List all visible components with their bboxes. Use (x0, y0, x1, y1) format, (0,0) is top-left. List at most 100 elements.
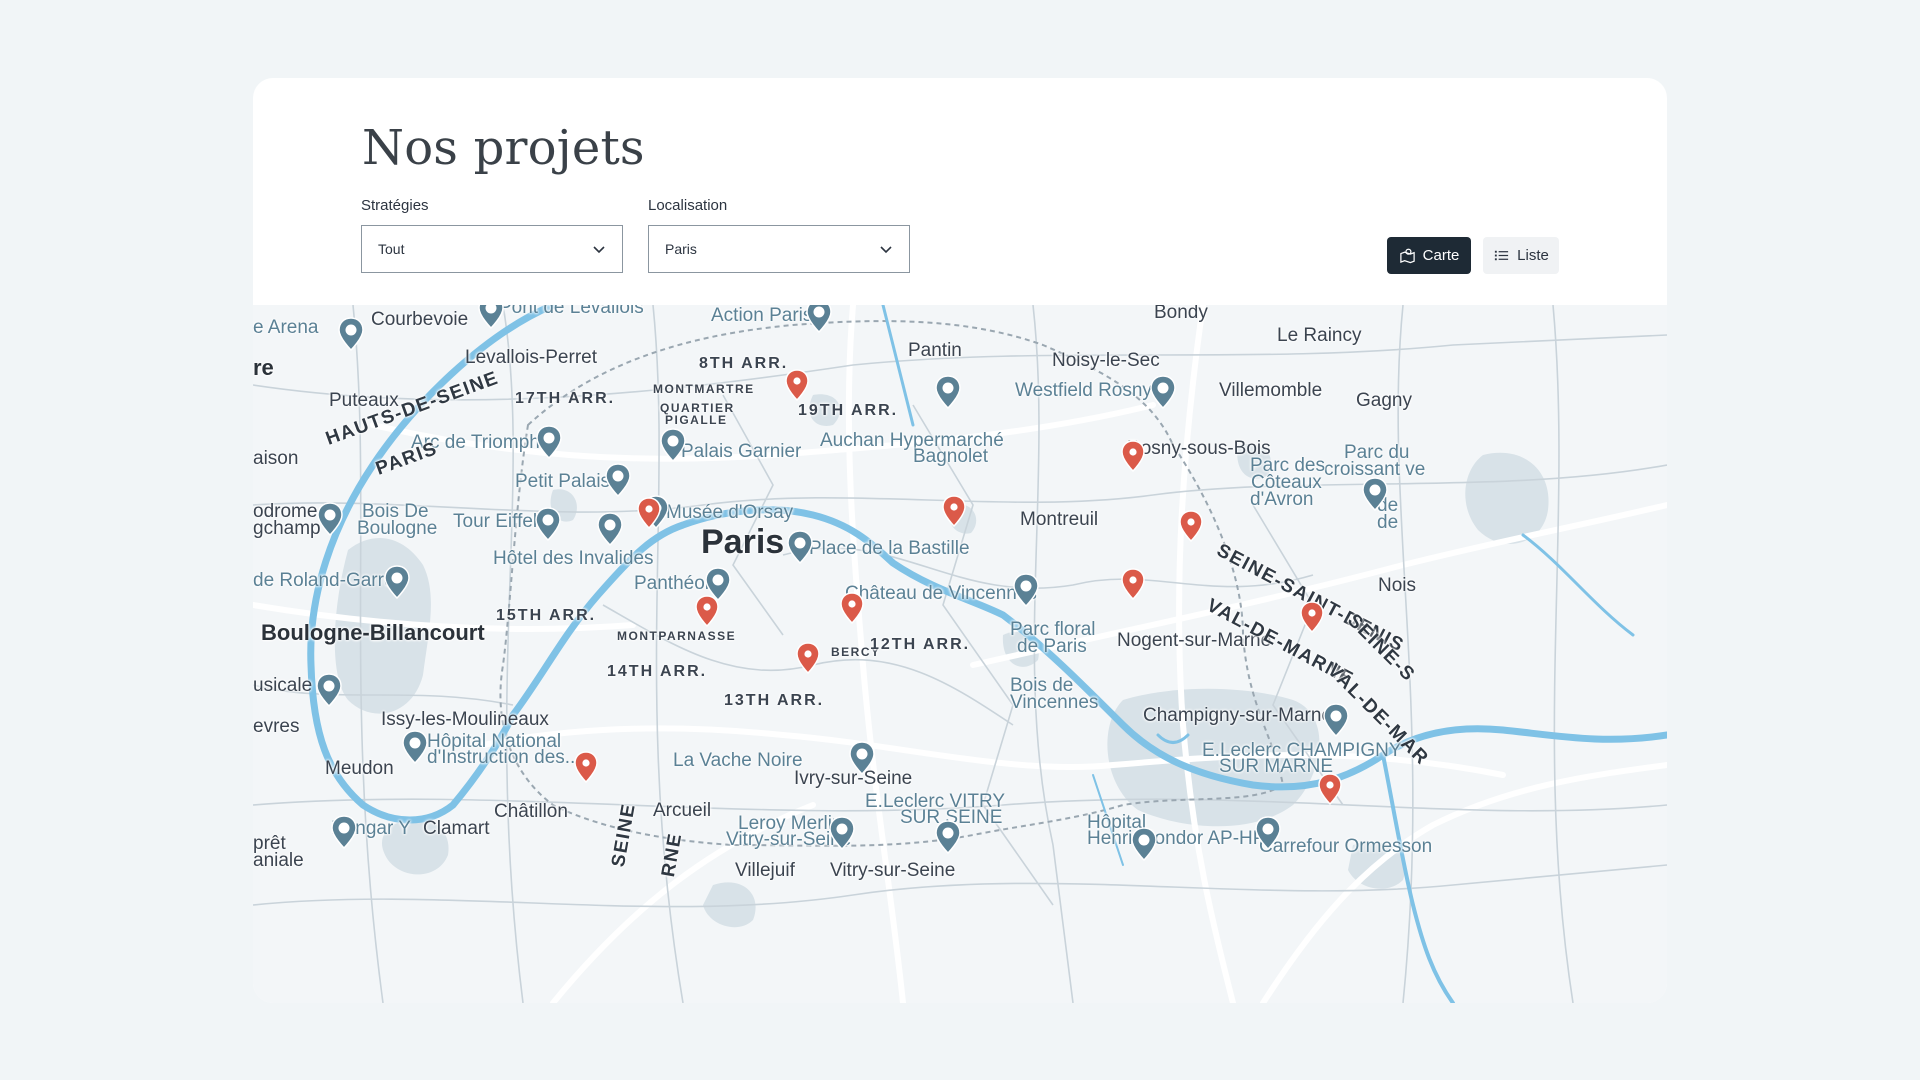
map-poi-marker-icon[interactable] (317, 502, 343, 536)
project-pin-icon[interactable] (796, 642, 820, 674)
map-poi-marker-icon[interactable] (660, 428, 686, 462)
project-pin-icon[interactable] (637, 497, 661, 529)
map-poi-marker-icon[interactable] (331, 815, 357, 849)
map-label: Boulogne-Billancourt (261, 620, 485, 645)
map-label: Palais Garnier (681, 441, 802, 462)
map-poi-marker-icon[interactable] (384, 565, 410, 599)
map-label: Châtillon (494, 801, 568, 822)
projects-map[interactable]: e Arena Courbevoie Pont de Levallois Action… (253, 305, 1667, 1003)
map-poi-marker-icon[interactable] (316, 673, 342, 707)
map-label: Panthéon (634, 573, 716, 594)
map-label: evres (253, 716, 300, 737)
map-label: Vincennes (1010, 692, 1099, 713)
map-label: 13TH ARR. (724, 692, 825, 709)
map-poi-marker-icon[interactable] (829, 816, 855, 850)
map-label: 12TH ARR. (870, 636, 971, 653)
project-pin-icon[interactable] (574, 751, 598, 783)
map-base (253, 305, 1667, 1003)
strategies-select[interactable]: Tout (361, 225, 623, 273)
localisation-label: Localisation (648, 197, 728, 214)
project-pin-icon[interactable] (1121, 440, 1145, 472)
project-pin-icon[interactable] (840, 592, 864, 624)
map-poi-marker-icon[interactable] (605, 463, 631, 497)
map-poi-marker-icon[interactable] (1255, 816, 1281, 850)
map-poi-marker-icon[interactable] (935, 375, 961, 409)
chevron-down-icon (880, 246, 892, 254)
map-poi-marker-icon[interactable] (1131, 827, 1157, 861)
map-label: Pont de Levallois (499, 305, 644, 318)
map-label: Gagny (1356, 390, 1412, 411)
map-label: Noisy-le-Sec (1052, 350, 1160, 371)
chevron-down-icon (593, 246, 605, 254)
project-pin-icon[interactable] (942, 495, 966, 527)
localisation-select[interactable]: Paris (648, 225, 910, 273)
map-label: Château de Vincennes (845, 583, 1037, 604)
map-label: 15TH ARR. (496, 607, 597, 624)
map-label: Boulogne (357, 518, 438, 539)
map-label: 17TH ARR. (515, 390, 616, 407)
map-label: 19TH ARR. (798, 402, 899, 419)
map-label: re (253, 355, 274, 380)
map-label: aniale (253, 850, 304, 871)
strategies-label: Stratégies (361, 197, 429, 214)
map-poi-marker-icon[interactable] (597, 512, 623, 546)
list-view-button[interactable]: Liste (1483, 237, 1559, 274)
map-poi-marker-icon[interactable] (402, 730, 428, 764)
map-label: Arcueil (653, 800, 712, 821)
map-label: Villejuif (735, 860, 795, 881)
map-icon (1399, 248, 1415, 264)
map-label: usicale (253, 675, 313, 696)
map-poi-marker-icon[interactable] (806, 305, 832, 333)
map-poi-marker-icon[interactable] (849, 741, 875, 775)
map-label: Petit Palais (515, 471, 611, 492)
map-label: Place de la Bastille (809, 538, 970, 559)
projects-card: Nos projets Stratégies Tout Localisation… (253, 78, 1667, 1003)
map-label: PIGALLE (665, 413, 728, 427)
map-label: Montreuil (1020, 509, 1099, 530)
map-label: de Paris (1017, 636, 1087, 657)
rivers (307, 305, 1667, 1003)
map-label: MONTMARTRE (653, 382, 755, 396)
map-label: 14TH ARR. (607, 663, 708, 680)
map-poi-marker-icon[interactable] (1323, 703, 1349, 737)
page-title: Nos projets (362, 120, 645, 176)
map-label: Westfield Rosny 2 (1015, 380, 1168, 401)
map-label: Tour Eiffel (453, 511, 538, 532)
map-poi-marker-icon[interactable] (1013, 573, 1039, 607)
map-label: Levallois-Perret (465, 347, 597, 368)
project-pin-icon[interactable] (1318, 773, 1342, 805)
map-poi-marker-icon[interactable] (1362, 477, 1388, 511)
map-label: Musée d'Orsay (666, 502, 794, 523)
map-label: de Roland-Garros (253, 570, 405, 591)
map-label: Carrefour Ormesson (1259, 836, 1433, 857)
project-pin-icon[interactable] (1300, 601, 1324, 633)
map-label: La Vache Noire (673, 750, 803, 771)
project-pin-icon[interactable] (1179, 510, 1203, 542)
map-view-button[interactable]: Carte (1387, 237, 1471, 274)
map-poi-marker-icon[interactable] (535, 507, 561, 541)
map-label: Le Raincy (1277, 325, 1362, 346)
map-label: Issy-les-Moulineaux (381, 709, 549, 730)
map-label: Bagnolet (913, 446, 989, 467)
map-label: Meudon (325, 758, 394, 779)
map-poi-marker-icon[interactable] (338, 317, 364, 351)
map-label: Clamart (423, 818, 490, 839)
map-label: MONTPARNASSE (617, 629, 737, 643)
map-poi-marker-icon[interactable] (1150, 375, 1176, 409)
map-label: Henri-Mondor AP-HP (1087, 828, 1266, 849)
project-pin-icon[interactable] (785, 369, 809, 401)
list-icon (1495, 250, 1509, 261)
project-pin-icon[interactable] (1121, 568, 1145, 600)
map-label: de (1377, 512, 1399, 533)
map-poi-marker-icon[interactable] (935, 820, 961, 854)
map-poi-marker-icon[interactable] (787, 530, 813, 564)
map-label: Bondy (1154, 305, 1208, 323)
map-poi-marker-icon[interactable] (536, 425, 562, 459)
project-pin-icon[interactable] (695, 595, 719, 627)
map-label: d'Avron (1250, 489, 1314, 510)
map-label: 8TH ARR. (699, 355, 789, 372)
map-label: gchamp (253, 518, 321, 539)
map-poi-marker-icon[interactable] (478, 305, 504, 329)
map-label: aison (253, 448, 299, 469)
major-roads (253, 305, 1667, 1003)
